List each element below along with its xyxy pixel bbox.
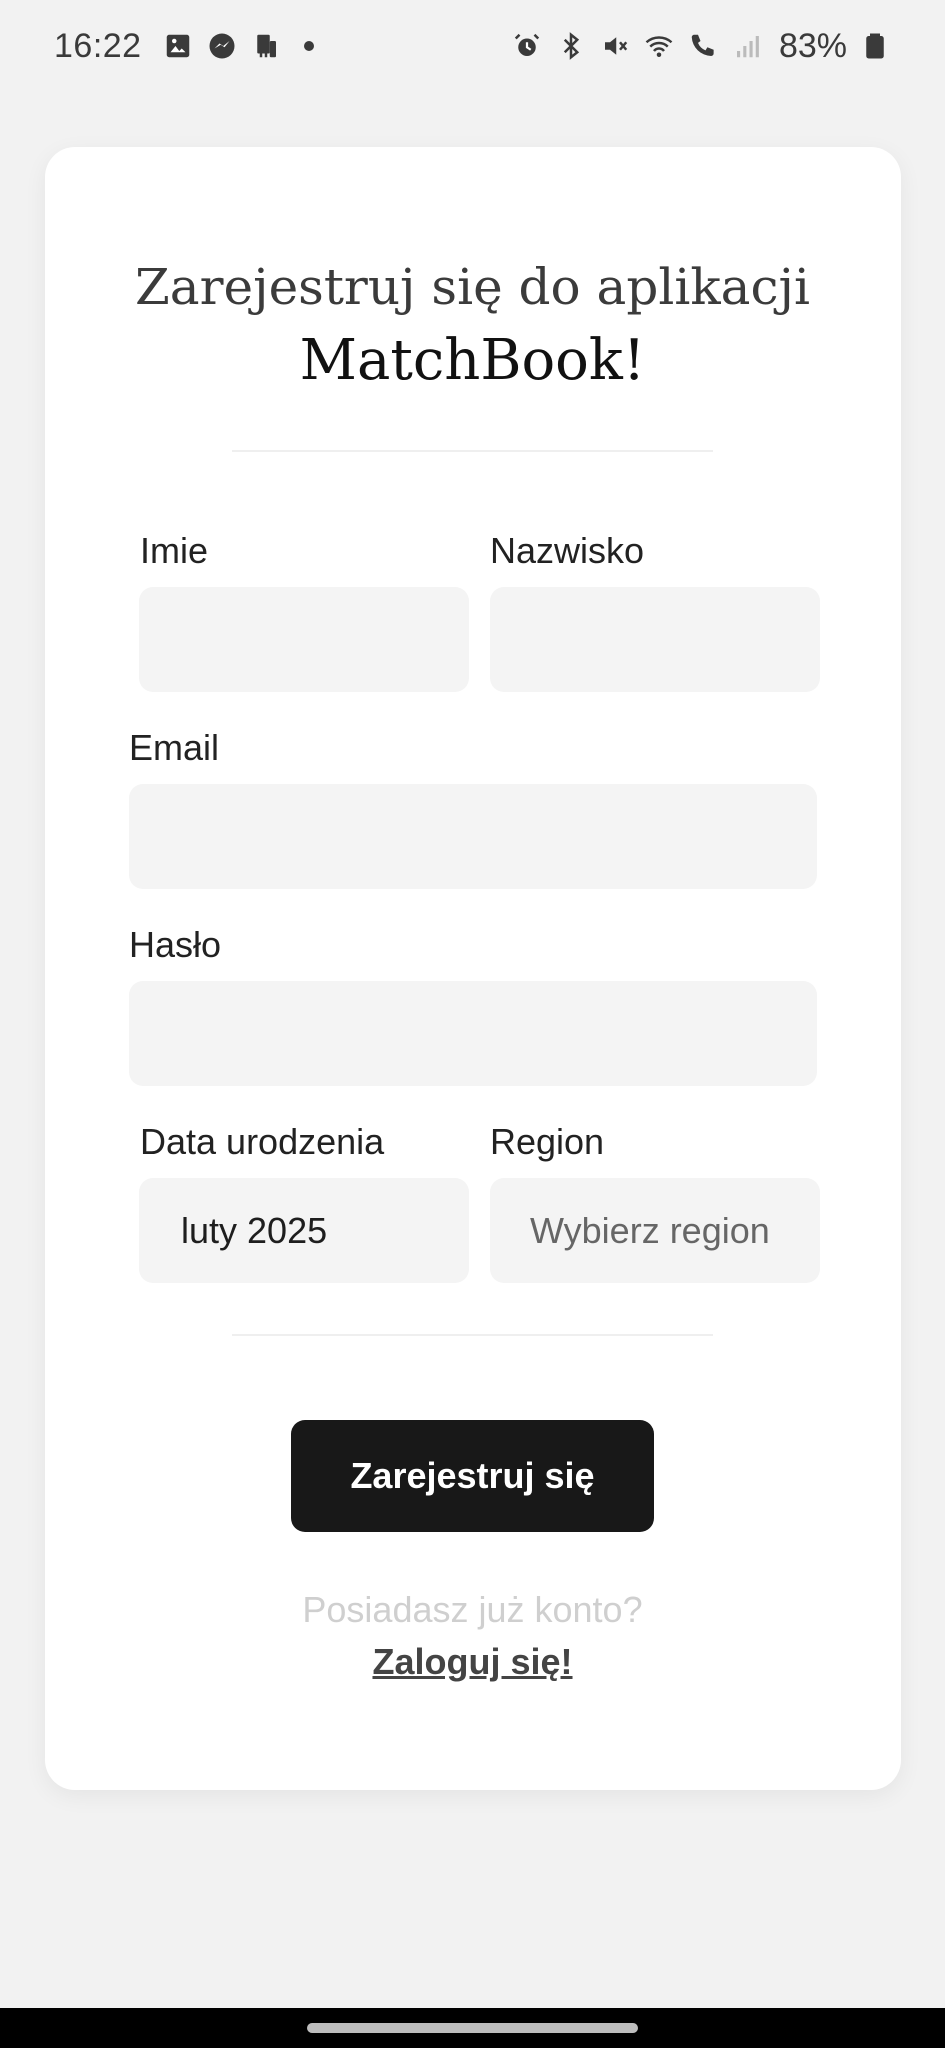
home-handle[interactable] <box>307 2023 638 2033</box>
title-line-1: Zarejestruj się do aplikacji <box>135 258 810 316</box>
last-name-label: Nazwisko <box>490 530 645 571</box>
alarm-icon <box>511 30 543 62</box>
password-label: Hasło <box>129 924 222 965</box>
wifi-call-icon <box>687 30 719 62</box>
signal-icon <box>731 30 763 62</box>
messenger-icon <box>206 30 238 62</box>
region-select[interactable]: Wybierz region <box>490 1178 820 1283</box>
birth-date-label: Data urodzenia <box>140 1121 385 1162</box>
email-label: Email <box>129 727 220 768</box>
title-divider <box>232 450 713 452</box>
email-input[interactable] <box>129 784 817 889</box>
image-icon <box>162 30 194 62</box>
birth-date-picker[interactable]: luty 2025 <box>139 1178 469 1283</box>
remote-icon <box>250 30 282 62</box>
notification-dot-icon <box>303 41 314 51</box>
last-name-input[interactable] <box>490 587 820 692</box>
page-title: Zarejestruj się do aplikacji MatchBook! <box>0 250 945 398</box>
password-input[interactable] <box>129 981 817 1086</box>
status-time: 16:22 <box>54 26 142 65</box>
battery-icon <box>859 30 891 62</box>
region-label: Region <box>490 1121 605 1162</box>
bluetooth-icon <box>555 30 587 62</box>
register-button[interactable]: Zarejestruj się <box>291 1420 654 1532</box>
first-name-input[interactable] <box>139 587 469 692</box>
wifi-icon <box>643 30 675 62</box>
battery-percent: 83% <box>778 26 847 65</box>
login-link[interactable]: Zaloguj się! <box>0 1641 945 1683</box>
region-placeholder: Wybierz region <box>530 1209 770 1251</box>
status-bar-right: 83% <box>511 27 891 66</box>
form-divider <box>232 1334 713 1336</box>
have-account-text: Posiadasz już konto? <box>302 1589 643 1630</box>
status-bar: 16:22 83% <box>0 0 945 92</box>
status-bar-left: 16:22 <box>54 27 314 66</box>
birth-date-value: luty 2025 <box>181 1209 328 1251</box>
mute-icon <box>599 30 631 62</box>
title-line-2: MatchBook! <box>299 328 646 393</box>
first-name-label: Imie <box>140 530 209 571</box>
